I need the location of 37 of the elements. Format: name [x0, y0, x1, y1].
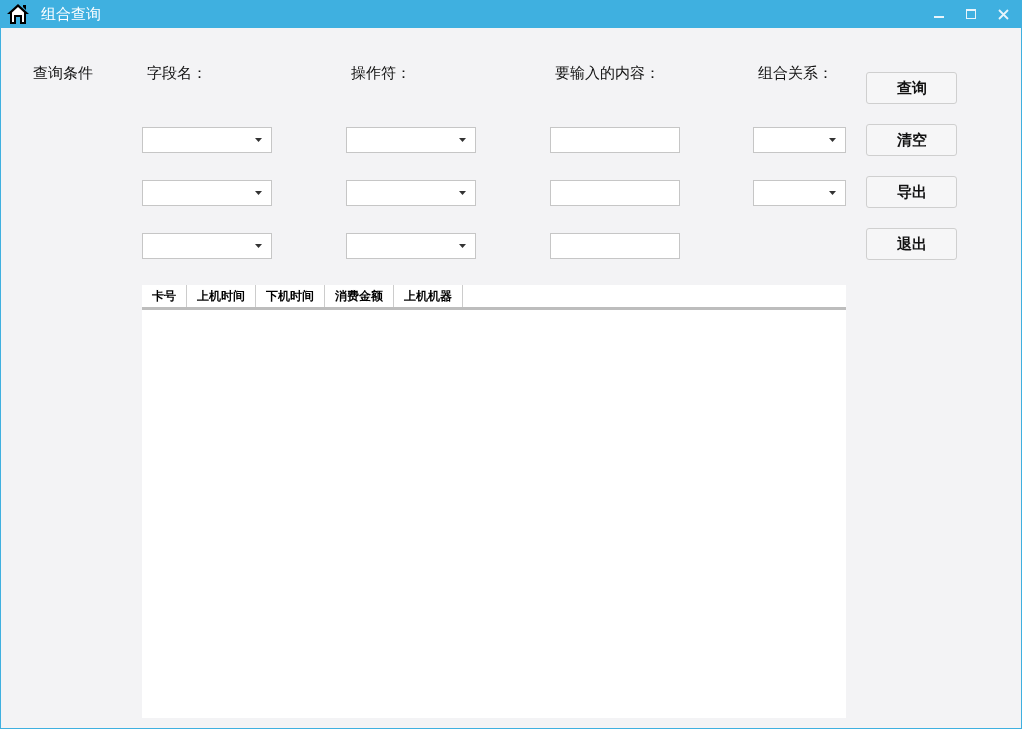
action-button[interactable]: 清空 [866, 124, 957, 156]
input-field[interactable] [550, 233, 680, 259]
caret-icon [255, 244, 262, 248]
dropdown[interactable] [142, 180, 272, 206]
close-icon[interactable] [998, 8, 1009, 20]
dropdown[interactable] [142, 127, 272, 153]
maximize-icon[interactable] [966, 9, 976, 19]
window-title: 组合查询 [41, 4, 101, 24]
condition-label: 查询条件 [33, 64, 93, 83]
caret-icon [459, 191, 466, 195]
column-heading: 字段名： [147, 64, 207, 83]
home-icon [6, 2, 30, 26]
dropdown[interactable] [753, 127, 846, 153]
action-button[interactable]: 导出 [866, 176, 957, 208]
caret-icon [255, 138, 262, 142]
caret-icon [829, 138, 836, 142]
column-header[interactable]: 下机时间 [256, 285, 325, 307]
column-header[interactable]: 上机时间 [187, 285, 256, 307]
column-heading: 组合关系： [758, 64, 833, 83]
action-button[interactable]: 退出 [866, 228, 957, 260]
action-button[interactable]: 查询 [866, 72, 957, 104]
dropdown[interactable] [753, 180, 846, 206]
column-header[interactable]: 上机机器 [394, 285, 463, 307]
column-header[interactable]: 消费金额 [325, 285, 394, 307]
caret-icon [829, 191, 836, 195]
dropdown[interactable] [346, 180, 476, 206]
column-header[interactable]: 卡号 [142, 285, 187, 307]
dropdown[interactable] [142, 233, 272, 259]
caret-icon [459, 138, 466, 142]
input-field[interactable] [550, 127, 680, 153]
caret-icon [255, 191, 262, 195]
column-heading: 要输入的内容： [555, 64, 660, 83]
column-heading: 操作符： [351, 64, 411, 83]
caret-icon [459, 244, 466, 248]
input-field[interactable] [550, 180, 680, 206]
dropdown[interactable] [346, 127, 476, 153]
dropdown[interactable] [346, 233, 476, 259]
